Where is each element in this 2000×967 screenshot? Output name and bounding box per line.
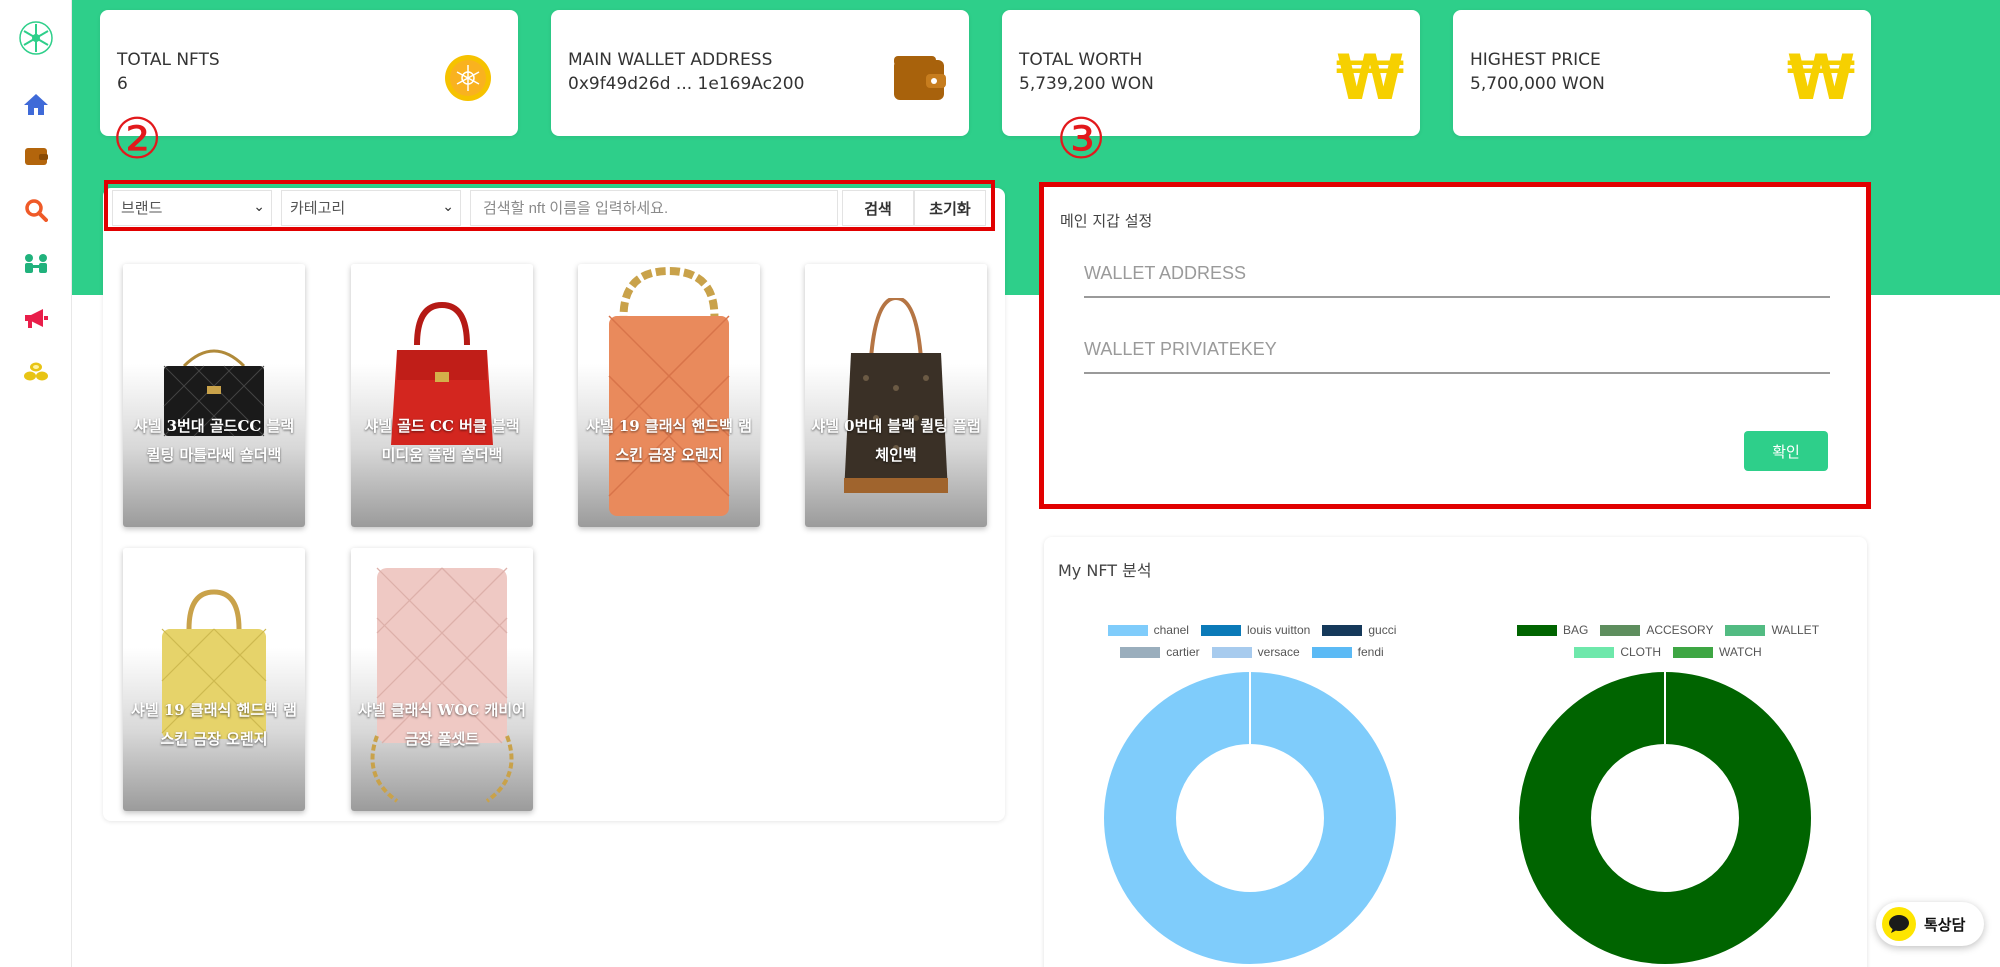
stat-card-total-nfts: TOTAL NFTS 6: [100, 10, 518, 136]
stat-value: 5,700,000 WON: [1470, 74, 1605, 94]
confirm-button[interactable]: 확인: [1744, 431, 1828, 471]
legend-swatch: [1211, 646, 1252, 658]
analysis-title: My NFT 분석: [1058, 561, 1152, 580]
nft-name: 샤넬 19 클래식 핸드백 램스킨 금장 오렌지: [131, 701, 297, 748]
stat-card-highest-price: HIGHEST PRICE 5,700,000 WON ₩: [1453, 10, 1871, 136]
nft-card[interactable]: 샤넬 19 클래식 핸드백 램스킨 금장 오렌지: [123, 548, 305, 811]
legend-swatch: [1574, 646, 1615, 658]
wallet-address-input[interactable]: [1084, 250, 1830, 298]
legend-swatch: [1311, 646, 1352, 658]
nft-analysis-panel: My NFT 분석 chanel louis vuitton gucci cartie…: [1044, 537, 1867, 967]
legend-swatch: [1725, 624, 1766, 636]
nft-card[interactable]: 샤넬 골드 CC 버클 블랙 미디움 플랩 숄더백: [351, 264, 533, 527]
legend-item[interactable]: WATCH: [1673, 645, 1762, 659]
snowflake-logo-icon[interactable]: [18, 20, 54, 56]
stat-card-main-wallet: MAIN WALLET ADDRESS 0x9f49d26d ... 1e169…: [551, 10, 969, 136]
legend-swatch: [1107, 624, 1148, 636]
stat-value: 6: [117, 74, 128, 94]
stat-label: HIGHEST PRICE: [1470, 50, 1601, 70]
main-wallet-settings: 메인 지갑 설정 확인: [1039, 182, 1871, 509]
wallet-icon: [889, 48, 949, 108]
stat-label: TOTAL NFTS: [117, 50, 220, 70]
home-icon[interactable]: [18, 86, 54, 122]
nft-card[interactable]: 샤넬 클래식 WOC 캐비어 금장 풀셋트: [351, 548, 533, 811]
legend-item[interactable]: BAG: [1516, 623, 1589, 637]
legend-label: chanel: [1153, 623, 1189, 637]
legend-item[interactable]: gucci: [1322, 623, 1396, 637]
category-donut-chart: [1519, 672, 1811, 964]
legend-item[interactable]: cartier: [1120, 645, 1200, 659]
legend-label: versace: [1257, 645, 1300, 659]
legend-item[interactable]: fendi: [1311, 645, 1384, 659]
legend-label: WATCH: [1719, 645, 1762, 659]
legend-label: fendi: [1357, 645, 1384, 659]
sidebar: [0, 0, 72, 967]
users-icon[interactable]: [18, 246, 54, 282]
bag-image: [370, 567, 514, 803]
legend-item[interactable]: WALLET: [1725, 623, 1819, 637]
legend-swatch: [1120, 646, 1161, 658]
kakao-chat-button[interactable]: 톡상담: [1876, 902, 1984, 946]
stat-label: TOTAL WORTH: [1019, 50, 1143, 70]
stat-label: MAIN WALLET ADDRESS: [568, 50, 773, 70]
legend-label: ACCESORY: [1646, 623, 1714, 637]
chat-bubble-icon: [1882, 907, 1916, 941]
legend-item[interactable]: CLOTH: [1574, 645, 1661, 659]
legend-label: BAG: [1562, 623, 1589, 637]
wallet-private-key-input[interactable]: [1084, 326, 1830, 374]
coins-icon[interactable]: [18, 354, 54, 390]
legend-swatch: [1322, 624, 1363, 636]
annotation-marker-2: ②: [112, 107, 163, 172]
wallet-settings-title: 메인 지갑 설정: [1060, 212, 1153, 230]
coin-icon: [438, 48, 498, 108]
megaphone-icon[interactable]: [18, 300, 54, 336]
legend-item[interactable]: ACCESORY: [1600, 623, 1713, 637]
legend-item[interactable]: versace: [1211, 645, 1300, 659]
nft-name: 샤넬 골드 CC 버클 블랙 미디움 플랩 숄더백: [364, 417, 520, 464]
legend-swatch: [1600, 624, 1641, 636]
brand-chart-legend: chanel louis vuitton gucci cartier versace fe…: [1098, 623, 1418, 659]
nft-card[interactable]: 샤넬 3번대 골드CC 블랙 퀼팅 마틀라쎄 숄더백: [123, 264, 305, 527]
legend-swatch: [1516, 624, 1557, 636]
legend-label: WALLET: [1771, 623, 1820, 637]
brand-donut-chart: [1104, 672, 1396, 964]
nft-name: 샤넬 3번대 골드CC 블랙 퀼팅 마틀라쎄 숄더백: [133, 417, 295, 464]
search-icon[interactable]: [18, 192, 54, 228]
bag-image: [608, 266, 730, 516]
nft-name: 샤넬 19 클래식 핸드백 램스킨 금장 오렌지: [586, 417, 752, 464]
won-icon: ₩: [1335, 41, 1405, 114]
legend-item[interactable]: louis vuitton: [1200, 623, 1311, 637]
stat-value: 5,739,200 WON: [1019, 74, 1154, 94]
legend-label: cartier: [1166, 645, 1200, 659]
nft-card[interactable]: 샤넬 19 클래식 핸드백 램스킨 금장 오렌지: [578, 264, 760, 527]
legend-label: CLOTH: [1620, 645, 1661, 659]
nft-name: 샤넬 클래식 WOC 캐비어 금장 풀셋트: [358, 701, 526, 748]
legend-swatch: [1673, 646, 1713, 658]
annotation-marker-3: ③: [1056, 107, 1107, 172]
legend-label: louis vuitton: [1246, 623, 1311, 637]
legend-swatch: [1200, 624, 1241, 636]
kakao-chat-label: 톡상담: [1924, 915, 1966, 934]
stat-value: 0x9f49d26d ... 1e169Ac200: [568, 74, 805, 94]
legend-label: gucci: [1368, 623, 1397, 637]
category-chart-legend: BAG ACCESORY WALLET CLOTH WATCH: [1504, 623, 1844, 659]
nft-card[interactable]: 샤넬 0번대 블랙 퀼팅 플랩 체인백: [805, 264, 987, 527]
won-icon: ₩: [1786, 41, 1856, 114]
nft-name: 샤넬 0번대 블랙 퀼팅 플랩 체인백: [811, 417, 981, 464]
annotation-highlight-box: [104, 180, 995, 231]
wallet-icon[interactable]: [18, 138, 54, 174]
legend-item[interactable]: chanel: [1107, 623, 1189, 637]
